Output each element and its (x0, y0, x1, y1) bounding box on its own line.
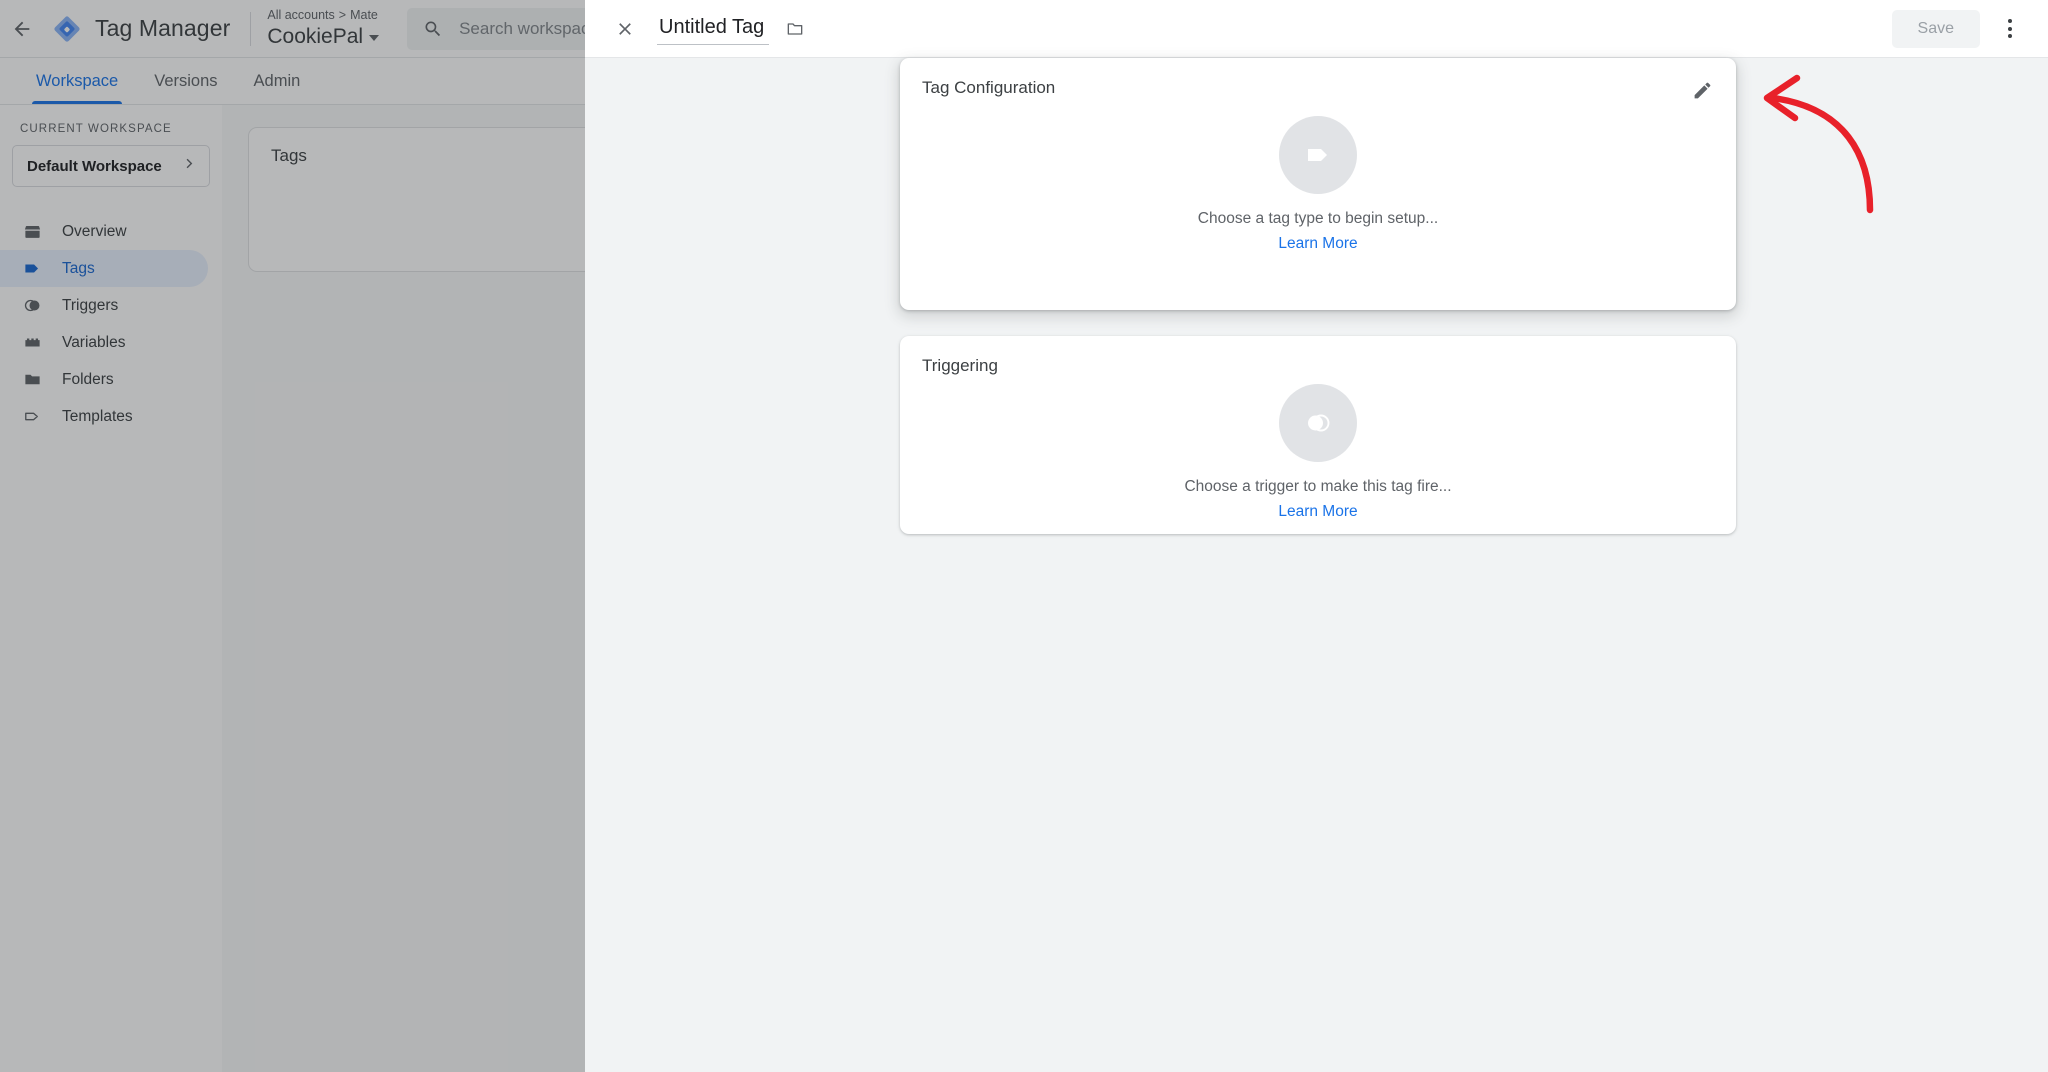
tag-editor-panel: Save Tag Configuration (585, 0, 2048, 1072)
tag-name-input[interactable] (657, 13, 769, 45)
tag-shape-icon (1279, 116, 1357, 194)
triggering-title: Triggering (922, 356, 998, 376)
tag-configuration-empty-state: Choose a tag type to begin setup... Lear… (900, 116, 1736, 253)
folder-outline-icon[interactable] (785, 19, 805, 39)
trigger-shape-icon (1279, 384, 1357, 462)
kebab-dot (2008, 19, 2012, 23)
tag-title-group (657, 13, 805, 45)
close-button[interactable] (607, 11, 643, 47)
tag-configuration-learn-more-link[interactable]: Learn More (1278, 235, 1357, 253)
tag-configuration-title: Tag Configuration (922, 78, 1055, 98)
save-button[interactable]: Save (1892, 10, 1980, 48)
tag-editor-header: Save (585, 0, 2048, 58)
triggering-learn-more-link[interactable]: Learn More (1278, 503, 1357, 521)
pencil-edit-icon[interactable] (1686, 74, 1718, 106)
tag-configuration-empty-message: Choose a tag type to begin setup... (1198, 210, 1438, 228)
close-icon (615, 19, 635, 39)
tag-editor-body: Tag Configuration Choose a tag type to b… (585, 58, 2048, 1072)
kebab-dot (2008, 34, 2012, 38)
kebab-dot (2008, 27, 2012, 31)
modal-scrim[interactable] (0, 0, 585, 1072)
triggering-card[interactable]: Triggering Choose a trigger to make this… (900, 336, 1736, 534)
triggering-empty-message: Choose a trigger to make this tag fire..… (1184, 478, 1451, 496)
triggering-empty-state: Choose a trigger to make this tag fire..… (900, 384, 1736, 521)
tag-configuration-card[interactable]: Tag Configuration Choose a tag type to b… (900, 58, 1736, 310)
more-vert-icon[interactable] (1990, 9, 2030, 49)
